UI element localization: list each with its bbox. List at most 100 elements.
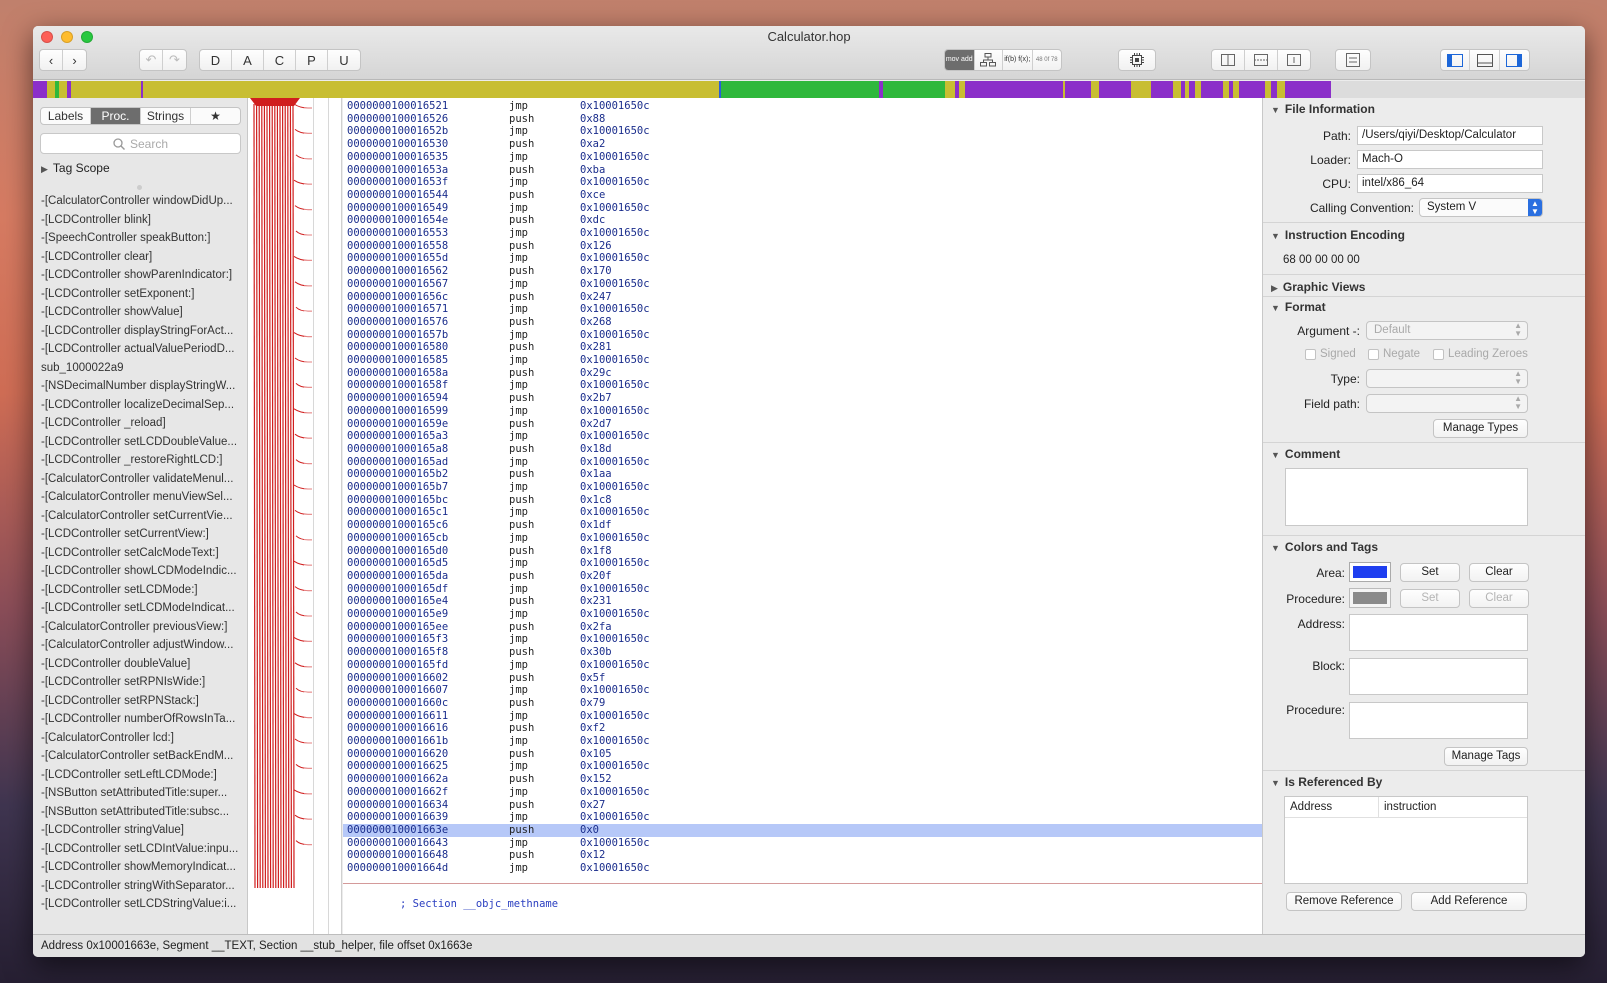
toggle-left-panel-icon[interactable] bbox=[1441, 50, 1471, 70]
asm-line[interactable]: 0000000100016567 jmp 0x10001650c bbox=[343, 278, 1262, 291]
asm-line[interactable]: 0000000100016535 jmp 0x10001650c bbox=[343, 151, 1262, 164]
procedure-list-item[interactable]: -[CalculatorController menuViewSel... bbox=[41, 488, 241, 507]
procedure-tags-field[interactable] bbox=[1349, 702, 1528, 739]
procedure-clear-button[interactable]: Clear bbox=[1469, 589, 1529, 608]
procedure-list-item[interactable]: -[LCDController localizeDecimalSep... bbox=[41, 396, 241, 415]
referenced-by-header[interactable]: ▼ Is Referenced By bbox=[1271, 775, 1382, 789]
asm-line[interactable]: 0000000100016620 push 0x105 bbox=[343, 748, 1262, 761]
asm-line[interactable]: 000000010001659e push 0x2d7 bbox=[343, 418, 1262, 431]
asm-line[interactable]: 00000001000165e4 push 0x231 bbox=[343, 595, 1262, 608]
search-input[interactable]: Search bbox=[40, 133, 241, 154]
asm-line[interactable]: 0000000100016549 jmp 0x10001650c bbox=[343, 202, 1262, 215]
procedure-list-item[interactable]: -[SpeechController speakButton:] bbox=[41, 229, 241, 248]
asm-line[interactable]: 0000000100016599 jmp 0x10001650c bbox=[343, 405, 1262, 418]
asm-line[interactable]: 00000001000165f8 push 0x30b bbox=[343, 646, 1262, 659]
asm-line[interactable]: 0000000100016611 jmp 0x10001650c bbox=[343, 710, 1262, 723]
procedure-list-item[interactable]: -[LCDController setLeftLCDMode:] bbox=[41, 766, 241, 785]
asm-line[interactable]: 00000001000165c1 jmp 0x10001650c bbox=[343, 506, 1262, 519]
procedure-list-item[interactable]: -[LCDController setLCDDoubleValue... bbox=[41, 433, 241, 452]
leading-zeroes-checkbox[interactable]: Leading Zeroes bbox=[1433, 348, 1528, 360]
argument-select[interactable]: Default ▲ ▼ bbox=[1366, 321, 1528, 340]
pseudo-code-mode-button[interactable]: if(b) f(x); bbox=[1003, 50, 1033, 70]
asm-line[interactable]: 0000000100016639 jmp 0x10001650c bbox=[343, 811, 1262, 824]
type-u-button[interactable]: U bbox=[328, 50, 360, 70]
type-select[interactable]: ▲ ▼ bbox=[1366, 369, 1528, 388]
undo-icon[interactable]: ↶ bbox=[140, 50, 164, 70]
asm-line[interactable]: 00000001000165a8 push 0x18d bbox=[343, 443, 1262, 456]
asm-line[interactable]: 000000010001662f jmp 0x10001650c bbox=[343, 786, 1262, 799]
asm-line[interactable]: 00000001000165cb jmp 0x10001650c bbox=[343, 532, 1262, 545]
procedure-list-item[interactable]: -[LCDController showLCDModeIndic... bbox=[41, 562, 241, 581]
loader-field[interactable]: Mach-O bbox=[1357, 150, 1543, 169]
area-clear-button[interactable]: Clear bbox=[1469, 563, 1529, 582]
procedure-list-item[interactable]: -[NSButton setAttributedTitle:super... bbox=[41, 784, 241, 803]
navigation-bar[interactable] bbox=[33, 81, 1585, 98]
procedure-list-item[interactable]: -[CalculatorController previousView:] bbox=[41, 618, 241, 637]
split-horizontal-icon[interactable] bbox=[1245, 50, 1278, 70]
asm-line[interactable]: 000000010001653f jmp 0x10001650c bbox=[343, 176, 1262, 189]
procedure-list-item[interactable]: -[LCDController setLCDStringValue:i... bbox=[41, 895, 241, 914]
asm-line[interactable]: 0000000100016634 push 0x27 bbox=[343, 799, 1262, 812]
back-icon[interactable]: ‹ bbox=[40, 50, 64, 70]
tab-favorites[interactable]: ★ bbox=[191, 108, 240, 124]
asm-line[interactable]: 0000000100016562 push 0x170 bbox=[343, 265, 1262, 278]
type-p-button[interactable]: P bbox=[296, 50, 328, 70]
asm-line[interactable]: 000000010001658f jmp 0x10001650c bbox=[343, 379, 1262, 392]
asm-line[interactable]: 00000001000165e9 jmp 0x10001650c bbox=[343, 608, 1262, 621]
asm-line[interactable]: 00000001000165ad jmp 0x10001650c bbox=[343, 456, 1262, 469]
tab-strings[interactable]: Strings bbox=[141, 108, 191, 124]
column-address[interactable]: Address bbox=[1285, 797, 1379, 817]
area-color-well[interactable] bbox=[1349, 562, 1391, 582]
asm-line[interactable]: 000000010001658a push 0x29c bbox=[343, 367, 1262, 380]
procedure-list-item[interactable]: -[LCDController setRPNStack:] bbox=[41, 692, 241, 711]
comment-header[interactable]: ▼ Comment bbox=[1271, 447, 1340, 461]
procedure-list-item[interactable]: -[LCDController _reload] bbox=[41, 414, 241, 433]
asm-line[interactable]: 000000010001656c push 0x247 bbox=[343, 291, 1262, 304]
column-instruction[interactable]: instruction bbox=[1379, 797, 1436, 817]
asm-line[interactable]: 0000000100016544 push 0xce bbox=[343, 189, 1262, 202]
calling-convention-select[interactable]: System V ▲ ▼ bbox=[1419, 198, 1543, 217]
type-c-button[interactable]: C bbox=[264, 50, 296, 70]
format-header[interactable]: ▼ Format bbox=[1271, 300, 1326, 314]
procedure-list-item[interactable]: -[LCDController showMemoryIndicat... bbox=[41, 858, 241, 877]
asm-line[interactable]: 000000010001663e push 0x0 bbox=[343, 823, 1262, 837]
procedure-list-item[interactable]: -[LCDController stringValue] bbox=[41, 821, 241, 840]
asm-line[interactable]: 000000010001664d jmp 0x10001650c bbox=[343, 862, 1262, 875]
remove-reference-button[interactable]: Remove Reference bbox=[1286, 892, 1402, 911]
area-set-button[interactable]: Set bbox=[1400, 563, 1460, 582]
procedure-list-item[interactable]: -[LCDController setCurrentView:] bbox=[41, 525, 241, 544]
procedure-list-item[interactable]: -[LCDController setLCDModeIndicat... bbox=[41, 599, 241, 618]
procedure-list-item[interactable]: -[CalculatorController windowDidUp... bbox=[41, 192, 241, 211]
procedure-list-item[interactable]: -[LCDController numberOfRowsInTa... bbox=[41, 710, 241, 729]
asm-line[interactable]: 0000000100016553 jmp 0x10001650c bbox=[343, 227, 1262, 240]
procedure-list-item[interactable]: sub_1000022a9 bbox=[41, 359, 241, 378]
asm-line[interactable]: 0000000100016602 push 0x5f bbox=[343, 672, 1262, 685]
procedure-list-item[interactable]: -[LCDController setCalcModeText:] bbox=[41, 544, 241, 563]
asm-line[interactable]: 0000000100016558 push 0x126 bbox=[343, 240, 1262, 253]
procedure-list-item[interactable]: -[CalculatorController setBackEndM... bbox=[41, 747, 241, 766]
procedure-list-item[interactable]: -[CalculatorController validateMenul... bbox=[41, 470, 241, 489]
asm-line[interactable]: 0000000100016530 push 0xa2 bbox=[343, 138, 1262, 151]
asm-line[interactable]: 0000000100016580 push 0x281 bbox=[343, 341, 1262, 354]
asm-line[interactable]: 000000010001652b jmp 0x10001650c bbox=[343, 125, 1262, 138]
path-field[interactable]: /Users/qiyi/Desktop/Calculator bbox=[1357, 126, 1543, 145]
asm-line[interactable]: 000000010001662a push 0x152 bbox=[343, 773, 1262, 786]
asm-line[interactable]: 00000001000165a3 jmp 0x10001650c bbox=[343, 430, 1262, 443]
asm-mode-button[interactable]: mov add bbox=[945, 50, 975, 70]
procedure-list-item[interactable]: -[LCDController setLCDMode:] bbox=[41, 581, 241, 600]
forward-icon[interactable]: › bbox=[63, 50, 86, 70]
procedure-list-item[interactable]: -[LCDController showValue] bbox=[41, 303, 241, 322]
asm-line[interactable]: 0000000100016585 jmp 0x10001650c bbox=[343, 354, 1262, 367]
asm-line[interactable]: 000000010001661b jmp 0x10001650c bbox=[343, 735, 1262, 748]
asm-line[interactable]: 00000001000165bc push 0x1c8 bbox=[343, 494, 1262, 507]
asm-line[interactable]: 0000000100016648 push 0x12 bbox=[343, 849, 1262, 862]
negate-checkbox[interactable]: Negate bbox=[1368, 348, 1420, 360]
asm-line[interactable]: 00000001000165df jmp 0x10001650c bbox=[343, 583, 1262, 596]
cfg-mode-icon[interactable] bbox=[975, 50, 1004, 70]
procedure-list-item[interactable]: -[LCDController stringWithSeparator... bbox=[41, 877, 241, 896]
redo-icon[interactable]: ↷ bbox=[163, 50, 186, 70]
comment-textarea[interactable] bbox=[1285, 468, 1528, 526]
asm-line[interactable]: 000000010001655d jmp 0x10001650c bbox=[343, 252, 1262, 265]
asm-line[interactable]: 0000000100016625 jmp 0x10001650c bbox=[343, 760, 1262, 773]
asm-line[interactable]: 00000001000165b7 jmp 0x10001650c bbox=[343, 481, 1262, 494]
